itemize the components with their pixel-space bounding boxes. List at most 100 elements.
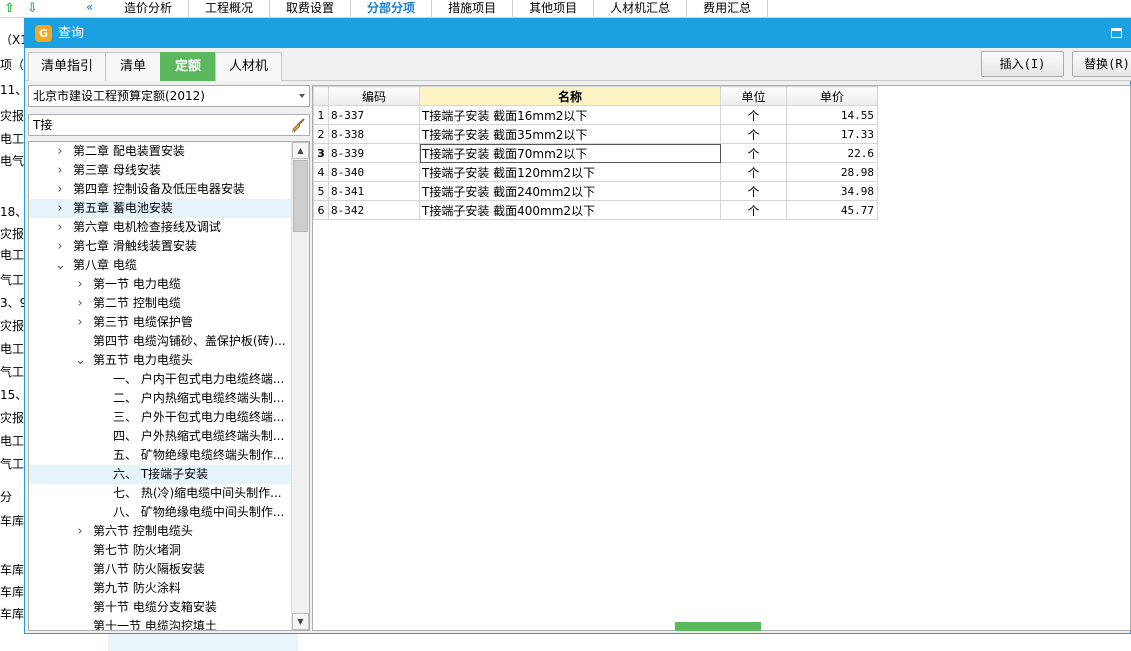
cell-unit[interactable]: 个 <box>720 181 787 201</box>
cell-unit[interactable]: 个 <box>720 162 787 182</box>
cell-code[interactable]: 8-339 <box>328 143 420 163</box>
cell-price[interactable]: 34.98 <box>786 181 878 201</box>
main-menu-item[interactable]: 人材机汇总 <box>594 0 688 18</box>
main-menu-item[interactable]: 工程概况 <box>189 0 271 18</box>
search-input[interactable]: T接 <box>28 114 310 136</box>
main-menu-item[interactable]: 措施项目 <box>432 0 514 18</box>
table-row[interactable]: 6 8-342 T接端子安装 截面400mm2以下个 45.77 <box>313 200 878 220</box>
tree-node[interactable]: › 第二节 控制电缆 <box>29 294 292 313</box>
tree-node[interactable]: 第八节 防火隔板安装 <box>29 560 292 579</box>
cell-price[interactable]: 45.77 <box>786 200 878 220</box>
tree-node[interactable]: › 第一节 电力电缆 <box>29 275 292 294</box>
tree-node[interactable]: › 第四章 控制设备及低压电器安装 <box>29 180 292 199</box>
cell-name[interactable]: T接端子安装 截面16mm2以下 <box>419 105 721 125</box>
chevron-right-icon[interactable]: › <box>75 522 85 541</box>
cell-unit[interactable]: 个 <box>720 124 787 144</box>
cell-price[interactable]: 22.6 <box>786 143 878 163</box>
tree-node[interactable]: › 第三节 电缆保护管 <box>29 313 292 332</box>
cell-name[interactable]: T接端子安装 截面120mm2以下 <box>419 162 721 182</box>
tree-node[interactable]: › 第二章 配电装置安装 <box>29 142 292 161</box>
quota-library-select[interactable]: 北京市建设工程预算定额(2012) <box>28 85 310 107</box>
tree-node[interactable]: 第九节 防火涂料 <box>29 579 292 598</box>
cell-name[interactable]: T接端子安装 截面35mm2以下 <box>419 124 721 144</box>
chevron-right-icon[interactable]: › <box>55 161 65 180</box>
main-menu-item[interactable]: 造价分析 <box>108 0 190 18</box>
tree-node[interactable]: › 第三章 母线安装 <box>29 161 292 180</box>
tree-node[interactable]: › 第五章 蓄电池安装 <box>29 199 292 218</box>
tree-node[interactable]: ⌄ 第五节 电力电缆头 <box>29 351 292 370</box>
tree-node[interactable]: 七、 热(冷)缩电缆中间头制作... <box>29 484 292 503</box>
tree-node[interactable]: 四、 户外热缩式电缆终端头制... <box>29 427 292 446</box>
cell-price[interactable]: 17.33 <box>786 124 878 144</box>
table-row[interactable]: 4 8-340 T接端子安装 截面120mm2以下个 28.98 <box>313 162 878 182</box>
cell-price[interactable]: 14.55 <box>786 105 878 125</box>
tree-node[interactable]: › 第六节 控制电缆头 <box>29 522 292 541</box>
tree-node[interactable]: 第四节 电缆沟铺砂、盖保护板(砖)... <box>29 332 292 351</box>
cell-unit[interactable]: 个 <box>720 200 787 220</box>
tab-list-guide[interactable]: 清单指引 <box>28 52 106 81</box>
double-chevron-left-icon[interactable]: « <box>86 0 93 14</box>
chevron-right-icon[interactable]: › <box>75 294 85 313</box>
table-row[interactable]: 2 8-338 T接端子安装 截面35mm2以下个 17.33 <box>313 124 878 144</box>
main-menu-item[interactable]: 其他项目 <box>513 0 595 18</box>
scroll-down-icon[interactable]: ▼ <box>292 613 309 630</box>
tree-node[interactable]: 第十节 电缆分支箱安装 <box>29 598 292 617</box>
move-down-icon[interactable]: ⇩ <box>27 2 38 15</box>
cell-price[interactable]: 28.98 <box>786 162 878 182</box>
chevron-down-icon[interactable]: ⌄ <box>75 351 86 370</box>
tree-node[interactable]: 六、 T接端子安装 <box>29 465 292 484</box>
cell-unit[interactable]: 个 <box>720 105 787 125</box>
main-menu-item[interactable]: 取费设置 <box>270 0 352 18</box>
chevron-right-icon[interactable]: › <box>55 237 65 256</box>
chevron-right-icon[interactable]: › <box>75 313 85 332</box>
chevron-right-icon[interactable]: › <box>55 218 65 237</box>
clear-broom-icon[interactable] <box>290 117 306 133</box>
maximize-icon[interactable] <box>1111 28 1122 38</box>
column-header-unit[interactable]: 单位 <box>720 86 787 106</box>
main-menu-item[interactable]: 费用汇总 <box>687 0 769 18</box>
cell-name[interactable]: T接端子安装 截面240mm2以下 <box>419 181 721 201</box>
table-row[interactable]: 3 8-339 T接端子安装 截面70mm2以下个 22.6 <box>313 143 878 163</box>
replace-button[interactable]: 替换(R) <box>1072 51 1131 77</box>
move-up-icon[interactable]: ⇧ <box>4 2 15 15</box>
column-header-price[interactable]: 单价 <box>786 86 878 106</box>
tab-labor-material[interactable]: 人材机 <box>215 52 282 81</box>
chevron-right-icon[interactable]: › <box>55 180 65 199</box>
panel-splitter-handle[interactable] <box>675 622 761 631</box>
chevron-right-icon[interactable]: › <box>55 142 65 161</box>
tree-node[interactable]: ⌄ 第八章 电缆 <box>29 256 292 275</box>
chevron-down-icon[interactable]: ⌄ <box>55 256 66 275</box>
scrollbar-thumb[interactable] <box>293 160 308 232</box>
tree-node[interactable]: 第七节 防火堵洞 <box>29 541 292 560</box>
scroll-up-icon[interactable]: ▲ <box>292 142 309 159</box>
insert-button[interactable]: 插入(I) <box>981 51 1064 77</box>
column-header-code[interactable]: 编码 <box>328 86 420 106</box>
cell-code[interactable]: 8-342 <box>328 200 420 220</box>
cell-code[interactable]: 8-338 <box>328 124 420 144</box>
tree-node[interactable]: › 第六章 电机检查接线及调试 <box>29 218 292 237</box>
chevron-right-icon[interactable]: › <box>75 275 85 294</box>
cell-code[interactable]: 8-341 <box>328 181 420 201</box>
tree-node[interactable]: 五、 矿物绝缘电缆终端头制作... <box>29 446 292 465</box>
tree-node[interactable]: 第十一节 电缆沟挖填土 <box>29 617 292 630</box>
background-list-fragment: 电工 <box>0 342 24 356</box>
chevron-right-icon[interactable]: › <box>55 199 65 218</box>
table-row[interactable]: 5 8-341 T接端子安装 截面240mm2以下个 34.98 <box>313 181 878 201</box>
cell-code[interactable]: 8-340 <box>328 162 420 182</box>
cell-unit[interactable]: 个 <box>720 143 787 163</box>
table-row[interactable]: 1 8-337 T接端子安装 截面16mm2以下个 14.55 <box>313 105 878 125</box>
tab-quota[interactable]: 定额 <box>160 52 216 81</box>
cell-name[interactable]: T接端子安装 截面70mm2以下 <box>419 143 721 163</box>
tree-node[interactable]: 二、 户内热缩式电缆终端头制... <box>29 389 292 408</box>
column-header-name[interactable]: 名称 <box>419 86 721 106</box>
tree-node[interactable]: › 第七章 滑触线装置安装 <box>29 237 292 256</box>
cell-code[interactable]: 8-337 <box>328 105 420 125</box>
tree-node[interactable]: 一、 户内干包式电力电缆终端... <box>29 370 292 389</box>
tree-node[interactable]: 八、 矿物绝缘电缆中间头制作... <box>29 503 292 522</box>
tree-node[interactable]: 三、 户外干包式电力电缆终端... <box>29 408 292 427</box>
cell-name[interactable]: T接端子安装 截面400mm2以下 <box>419 200 721 220</box>
tab-list[interactable]: 清单 <box>105 52 161 81</box>
tree-scrollbar[interactable]: ▲ ▼ <box>291 142 309 630</box>
chevron-down-icon[interactable] <box>299 94 305 98</box>
main-menu-item[interactable]: 分部分项 <box>351 0 433 18</box>
